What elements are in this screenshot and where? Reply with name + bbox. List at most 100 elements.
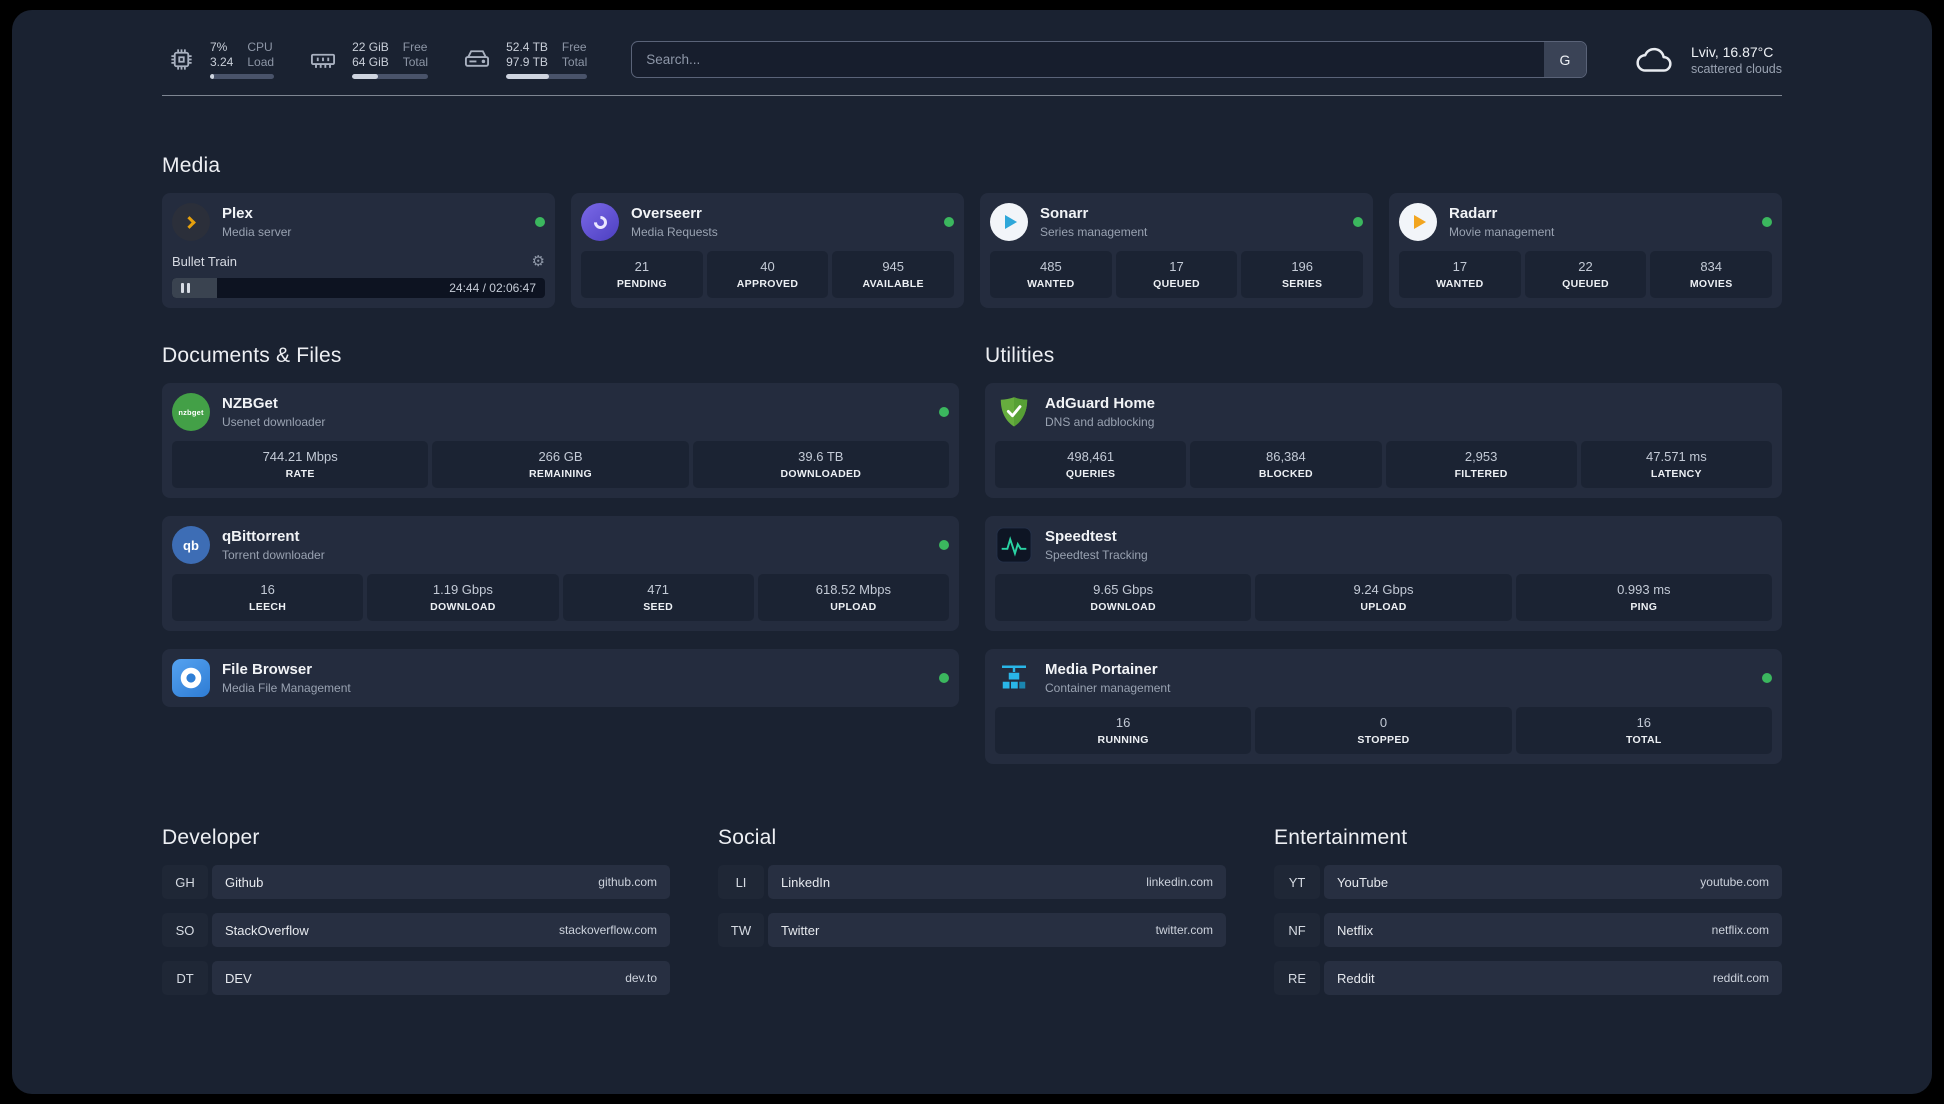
- bookmark-dev[interactable]: DT DEV dev.to: [162, 961, 670, 995]
- stat-pending: 21 PENDING: [581, 251, 703, 298]
- section-title-documents: Documents & Files: [162, 344, 342, 367]
- disk-total-label: Total: [561, 55, 588, 69]
- topbar-divider: [162, 95, 1782, 96]
- bookmark-reddit[interactable]: RE Reddit reddit.com: [1274, 961, 1782, 995]
- stat-stopped: 0 STOPPED: [1255, 707, 1512, 754]
- bookmark-abbr: YT: [1274, 865, 1320, 899]
- memory-progress-bar: [352, 74, 429, 79]
- bookmark-abbr: GH: [162, 865, 208, 899]
- memory-total-label: Total: [402, 55, 429, 69]
- card-radarr[interactable]: Radarr Movie management 17 WANTED 22 QUEUE…: [1389, 193, 1782, 308]
- card-portainer[interactable]: Media Portainer Container management 16 R…: [985, 649, 1782, 764]
- weather-condition: scattered clouds: [1690, 61, 1782, 76]
- app-description: Series management: [1040, 225, 1148, 239]
- status-dot: [939, 407, 949, 417]
- stat-upload: 9.24 Gbps UPLOAD: [1255, 574, 1512, 621]
- app-name: Radarr: [1449, 205, 1498, 222]
- memory-free-label: Free: [402, 40, 428, 54]
- card-overseerr[interactable]: Overseerr Media Requests 21 PENDING 40 APP…: [571, 193, 964, 308]
- disk-total: 97.9 TB: [506, 55, 548, 69]
- section-title-entertainment: Entertainment: [1274, 826, 1408, 849]
- stat-latency: 47.571 ms LATENCY: [1580, 441, 1772, 488]
- app-description: Torrent downloader: [222, 548, 325, 562]
- weather-widget: Lviv, 16.87°C scattered clouds: [1631, 42, 1782, 78]
- search-bar: G: [631, 41, 1587, 78]
- app-name: Media Portainer: [1045, 661, 1158, 678]
- bookmark-linkedin[interactable]: LI LinkedIn linkedin.com: [718, 865, 1226, 899]
- card-sonarr[interactable]: Sonarr Series management 485 WANTED 17 QUE…: [980, 193, 1373, 308]
- disk-free-label: Free: [561, 40, 587, 54]
- stat-blocked: 86,384 BLOCKED: [1190, 441, 1382, 488]
- sonarr-icon: [990, 203, 1028, 241]
- app-description: Media File Management: [222, 681, 351, 695]
- section-title-developer: Developer: [162, 826, 260, 849]
- app-name: NZBGet: [222, 395, 278, 412]
- stat-queued: 17 QUEUED: [1115, 251, 1238, 298]
- stat-downloaded: 39.6 TB DOWNLOADED: [692, 441, 949, 488]
- filebrowser-icon: [172, 659, 210, 697]
- cpu-percent: 7%: [210, 40, 228, 54]
- stat-rate: 744.21 Mbps RATE: [172, 441, 429, 488]
- card-speedtest[interactable]: Speedtest Speedtest Tracking 9.65 Gbps DO…: [985, 516, 1782, 631]
- stat-upload: 618.52 Mbps UPLOAD: [757, 574, 949, 621]
- disk-widget: 52.4 TB 97.9 TB Free Total: [458, 40, 588, 79]
- now-playing-title: Bullet Train: [172, 253, 238, 269]
- bookmark-abbr: SO: [162, 913, 208, 947]
- cpu-icon: [162, 41, 200, 79]
- section-title-social: Social: [718, 826, 777, 849]
- weather-location: Lviv, 16.87°C: [1690, 43, 1774, 60]
- stat-wanted: 17 WANTED: [1399, 251, 1521, 298]
- app-description: Media Requests: [631, 225, 718, 239]
- status-dot: [939, 673, 949, 683]
- memory-free: 22 GiB: [352, 40, 389, 54]
- card-filebrowser[interactable]: File Browser Media File Management: [162, 649, 959, 707]
- search-input[interactable]: [631, 41, 1587, 78]
- bookmark-abbr: DT: [162, 961, 208, 995]
- bookmark-abbr: RE: [1274, 961, 1320, 995]
- portainer-icon: [995, 659, 1033, 697]
- playback-progress-bar[interactable]: 24:44 / 02:06:47: [172, 278, 545, 298]
- radarr-icon: [1399, 203, 1437, 241]
- cpu-load: 3.24: [210, 55, 234, 69]
- cpu-label: CPU: [247, 40, 273, 54]
- status-dot: [535, 217, 545, 227]
- pause-icon[interactable]: [181, 283, 190, 293]
- bookmark-netflix[interactable]: NF Netflix netflix.com: [1274, 913, 1782, 947]
- plex-icon: [172, 203, 210, 241]
- stat-queries: 498,461 QUERIES: [995, 441, 1187, 488]
- app-description: Speedtest Tracking: [1045, 548, 1148, 562]
- bookmark-twitter[interactable]: TW Twitter twitter.com: [718, 913, 1226, 947]
- card-adguard[interactable]: AdGuard Home DNS and adblocking 498,461 Q…: [985, 383, 1782, 498]
- app-description: Media server: [222, 225, 292, 239]
- bookmark-youtube[interactable]: YT YouTube youtube.com: [1274, 865, 1782, 899]
- cloud-icon: [1631, 42, 1679, 78]
- stat-movies: 834 MOVIES: [1650, 251, 1773, 298]
- app-description: DNS and adblocking: [1045, 415, 1155, 429]
- bookmark-github[interactable]: GH Github github.com: [162, 865, 670, 899]
- bookmark-group-social: Social LI LinkedIn linkedin.com TW Twitte…: [718, 826, 1226, 995]
- gear-icon[interactable]: ⚙: [532, 252, 545, 270]
- stat-available: 945 AVAILABLE: [832, 251, 955, 298]
- section-title-media: Media: [162, 154, 221, 177]
- memory-widget: 22 GiB 64 GiB Free Total: [304, 40, 429, 79]
- card-nzbget[interactable]: nzbget NZBGet Usenet downloader 744.21 M…: [162, 383, 959, 498]
- app-name: Speedtest: [1045, 528, 1117, 545]
- playback-time: 24:44 / 02:06:47: [449, 281, 536, 295]
- app-description: Usenet downloader: [222, 415, 326, 429]
- memory-icon: [304, 41, 342, 79]
- bookmark-stackoverflow[interactable]: SO StackOverflow stackoverflow.com: [162, 913, 670, 947]
- stat-total: 16 TOTAL: [1515, 707, 1772, 754]
- card-qbittorrent[interactable]: qb qBittorrent Torrent downloader 16 LEEC…: [162, 516, 959, 631]
- dashboard: 7% 3.24 CPU Load 22 GiB 64 GiB Free Tota…: [12, 10, 1932, 1094]
- bookmark-group-entertainment: Entertainment YT YouTube youtube.com NF N…: [1274, 826, 1782, 995]
- app-name: Sonarr: [1040, 205, 1089, 222]
- cpu-progress-bar: [210, 74, 275, 79]
- stat-seed: 471 SEED: [562, 574, 754, 621]
- top-bar: 7% 3.24 CPU Load 22 GiB 64 GiB Free Tota…: [162, 40, 1782, 79]
- search-provider-button[interactable]: G: [1543, 42, 1586, 77]
- bookmark-group-developer: Developer GH Github github.com SO StackOv…: [162, 826, 670, 995]
- card-plex[interactable]: Plex Media server Bullet Train ⚙ 24:44 /…: [162, 193, 555, 308]
- bookmark-abbr: NF: [1274, 913, 1320, 947]
- stat-queued: 22 QUEUED: [1524, 251, 1647, 298]
- disk-free: 52.4 TB: [506, 40, 548, 54]
